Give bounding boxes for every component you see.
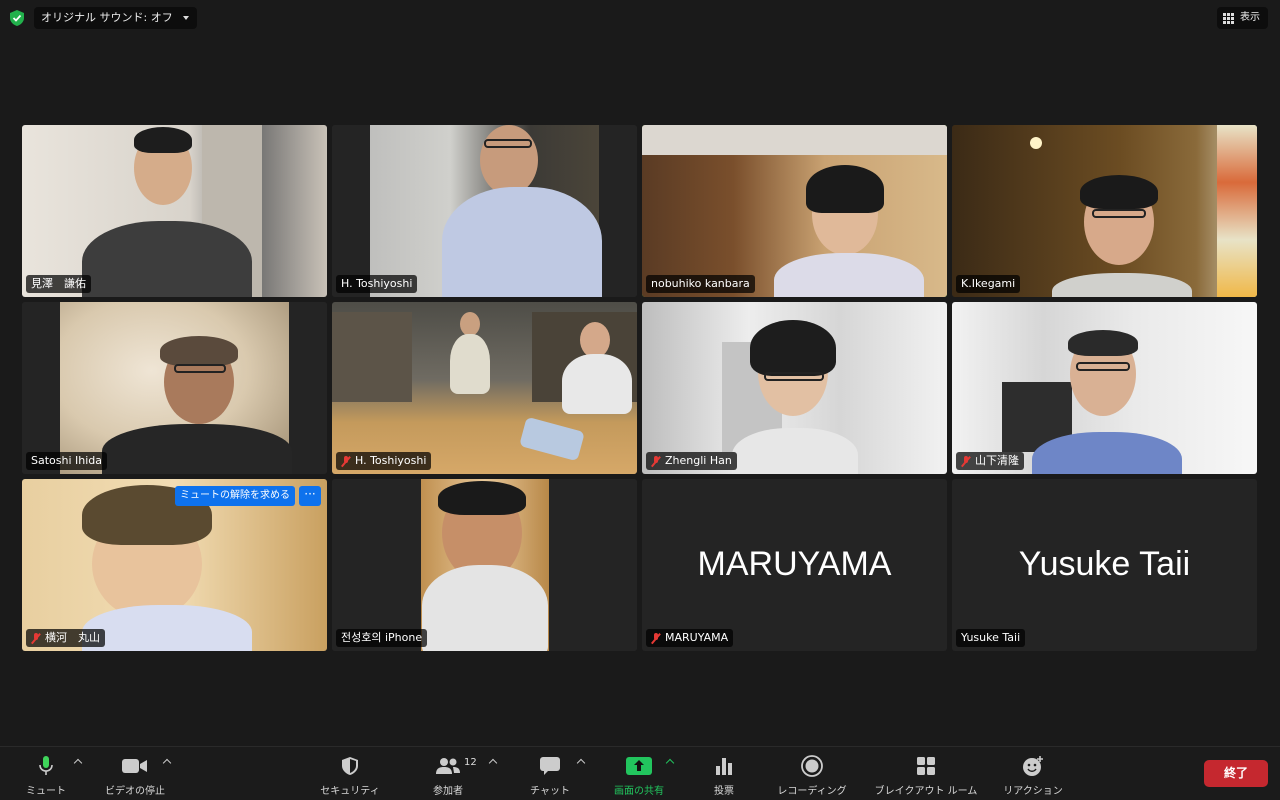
participant-name-tag: Yusuke Taii bbox=[956, 629, 1026, 647]
more-options-button[interactable]: ··· bbox=[299, 486, 321, 506]
record-icon bbox=[801, 754, 823, 778]
participant-name-tag: 山下清隆 bbox=[956, 452, 1024, 470]
mic-muted-icon bbox=[31, 632, 41, 644]
participants-options-chevron-icon[interactable] bbox=[488, 758, 498, 768]
mic-muted-icon bbox=[961, 455, 971, 467]
mute-button[interactable]: ミュート bbox=[20, 753, 72, 797]
video-camera-icon bbox=[122, 754, 148, 778]
encryption-shield-icon[interactable] bbox=[8, 9, 26, 27]
record-button[interactable]: レコーディング bbox=[772, 753, 852, 797]
video-tile[interactable]: H. Toshiyoshi bbox=[332, 125, 637, 297]
video-tile[interactable]: 전성호의 iPhone bbox=[332, 479, 637, 651]
video-tile[interactable]: K.Ikegami bbox=[952, 125, 1257, 297]
video-tile[interactable]: 山下清隆 bbox=[952, 302, 1257, 474]
meeting-controls-bar: ミュート ビデオの停止 セキュリティ 参加者 12 チャット 画面の共有 投票 … bbox=[0, 746, 1280, 800]
chat-button[interactable]: チャット bbox=[520, 753, 580, 797]
video-feed bbox=[642, 125, 947, 297]
microphone-icon bbox=[38, 754, 54, 778]
grid-view-icon bbox=[1223, 12, 1234, 24]
share-screen-icon bbox=[626, 754, 652, 778]
video-feed bbox=[22, 125, 327, 297]
participant-name-tag: 横河 丸山 bbox=[26, 629, 105, 647]
video-feed bbox=[332, 125, 637, 297]
breakout-rooms-icon bbox=[916, 754, 936, 778]
polls-button[interactable]: 投票 bbox=[700, 753, 748, 797]
security-button[interactable]: セキュリティ bbox=[315, 753, 385, 797]
participant-name-tag: H. Toshiyoshi bbox=[336, 275, 418, 293]
participant-display-name: MARUYAMA bbox=[697, 545, 892, 583]
original-sound-dropdown[interactable]: オリジナル サウンド: オフ bbox=[34, 7, 197, 29]
video-tile[interactable]: H. Toshiyoshi bbox=[332, 302, 637, 474]
stop-video-button[interactable]: ビデオの停止 bbox=[100, 753, 170, 797]
request-unmute-button[interactable]: ミュートの解除を求める bbox=[175, 486, 295, 506]
breakout-rooms-button[interactable]: ブレイクアウト ルーム bbox=[867, 753, 985, 797]
participant-name-tag: MARUYAMA bbox=[646, 629, 734, 647]
view-label: 表示 bbox=[1240, 12, 1260, 23]
participant-display-name: Yusuke Taii bbox=[1018, 545, 1191, 583]
video-tile-active-speaker[interactable]: nobuhiko kanbara bbox=[642, 125, 947, 297]
share-screen-button[interactable]: 画面の共有 bbox=[608, 753, 670, 797]
video-tile-no-video[interactable]: MARUYAMA MARUYAMA bbox=[642, 479, 947, 651]
video-tile[interactable]: 見澤 謙佑 bbox=[22, 125, 327, 297]
video-tile[interactable]: ミュートの解除を求める ··· 横河 丸山 bbox=[22, 479, 327, 651]
end-meeting-button[interactable]: 終了 bbox=[1204, 760, 1268, 787]
original-sound-label: オリジナル サウンド: オフ bbox=[41, 11, 173, 24]
participants-icon bbox=[435, 754, 461, 778]
top-bar: オリジナル サウンド: オフ 表示 bbox=[0, 0, 1280, 36]
video-feed bbox=[642, 302, 947, 474]
video-feed bbox=[332, 302, 637, 474]
video-tile[interactable]: Zhengli Han bbox=[642, 302, 947, 474]
mute-options-chevron-icon[interactable] bbox=[73, 758, 83, 768]
mic-muted-icon bbox=[651, 455, 661, 467]
participant-name-tag: Zhengli Han bbox=[646, 452, 737, 470]
video-feed bbox=[332, 479, 637, 651]
video-feed bbox=[22, 302, 327, 474]
participant-name-tag: 전성호의 iPhone bbox=[336, 629, 428, 647]
participant-name-tag: Satoshi Ihida bbox=[26, 452, 108, 470]
reactions-button[interactable]: リアクション bbox=[1000, 753, 1066, 797]
participant-name-tag: 見澤 謙佑 bbox=[26, 275, 91, 293]
mic-muted-icon bbox=[651, 632, 661, 644]
chat-bubble-icon bbox=[539, 754, 561, 778]
video-feed bbox=[952, 125, 1257, 297]
video-tile[interactable]: Satoshi Ihida bbox=[22, 302, 327, 474]
participant-name-tag: H. Toshiyoshi bbox=[336, 452, 432, 470]
video-tile-no-video[interactable]: Yusuke Taii Yusuke Taii bbox=[952, 479, 1257, 651]
participant-name-tag: nobuhiko kanbara bbox=[646, 275, 755, 293]
participants-count: 12 bbox=[464, 757, 477, 768]
bar-chart-icon bbox=[715, 754, 733, 778]
video-feed bbox=[952, 302, 1257, 474]
reaction-smiley-icon bbox=[1022, 754, 1044, 778]
caret-down-icon bbox=[182, 16, 189, 20]
view-button[interactable]: 表示 bbox=[1217, 7, 1268, 29]
shield-icon bbox=[341, 754, 359, 778]
gallery-view: 見澤 謙佑 H. Toshiyoshi nobuhiko kanbara K.I… bbox=[22, 125, 1258, 652]
mic-muted-icon bbox=[341, 455, 351, 467]
participant-name-tag: K.Ikegami bbox=[956, 275, 1021, 293]
